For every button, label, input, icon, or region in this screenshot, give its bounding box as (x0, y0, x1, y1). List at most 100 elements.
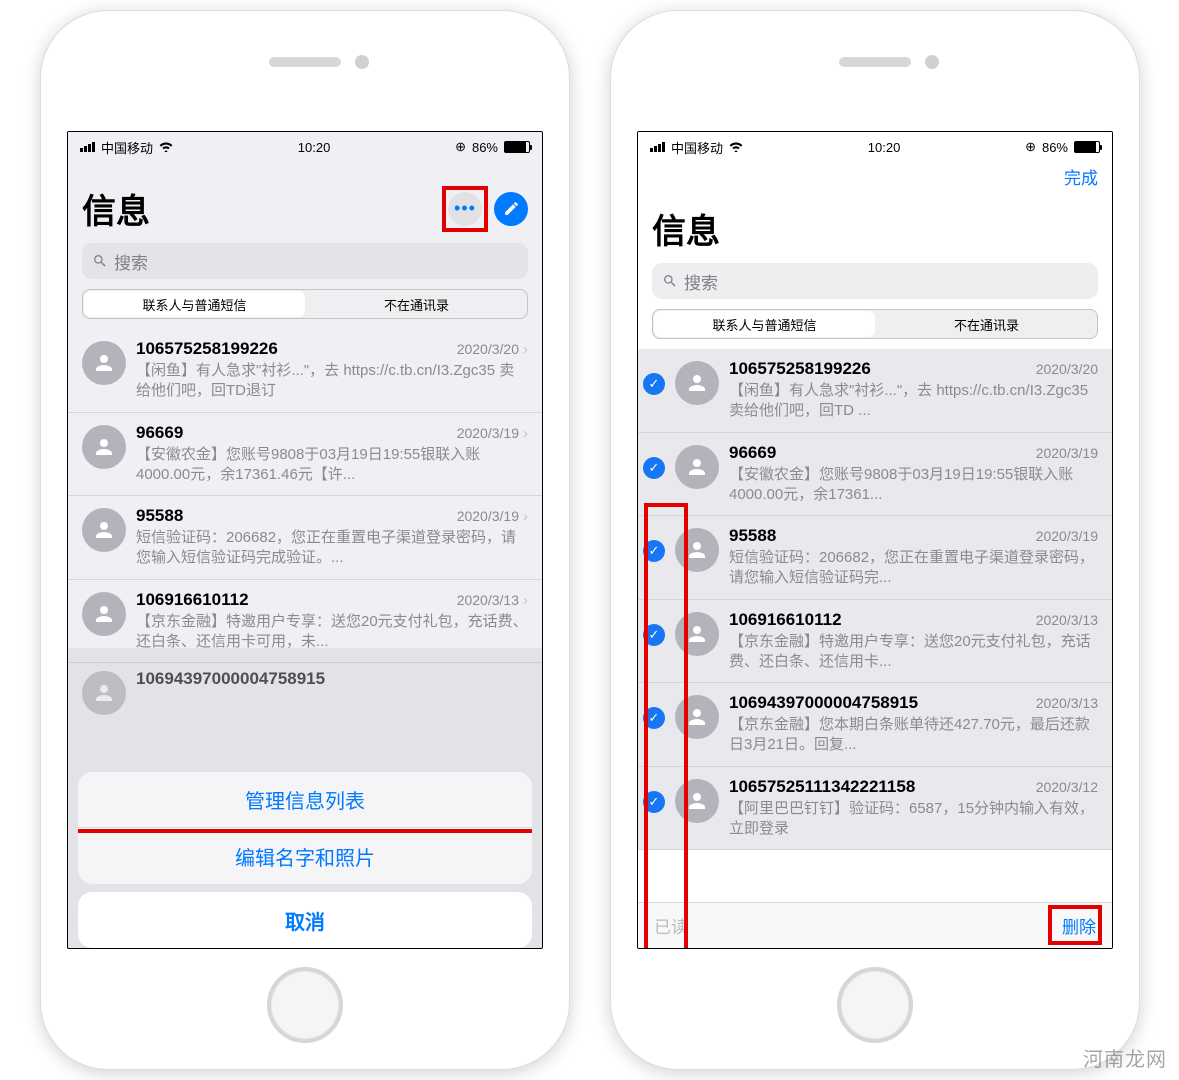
speaker-grille (269, 57, 341, 67)
message-row[interactable]: ✓ 96669 2020/3/19 【安徽农金】您账号9808于03月19日19:5… (638, 433, 1112, 517)
sender: 106575258199226 (729, 359, 871, 379)
sender: 96669 (729, 443, 776, 463)
snippet: 【阿里巴巴钉钉】验证码：6587，15分钟内输入有效，立即登录 (729, 799, 1098, 840)
wifi-icon (159, 140, 173, 155)
message-row[interactable]: ✓ 955882020/3/19短信验证码：206682，您正在重置电子渠道登录… (638, 516, 1112, 600)
mark-read-button[interactable]: 已读 (654, 913, 688, 938)
screen-right: 中国移动 10:20 ⊕ 86% 完成 信息 (637, 131, 1113, 949)
carrier-label: 中国移动 (671, 138, 723, 157)
phone-left: 中国移动 10:20 ⊕ 86% 信息 ••• (40, 10, 570, 1070)
message-list-editing: ✓ 106575258199226 2020/3/20 【闲鱼】有人急求"衬衫...… (638, 349, 1112, 850)
avatar (675, 612, 719, 656)
checkbox-checked[interactable]: ✓ (643, 373, 665, 395)
date: 2020/3/19 (1036, 528, 1098, 544)
sender: 10694397000004758915 (729, 693, 918, 713)
sender: 106575258199226 (136, 339, 278, 359)
page-title: 信息 (652, 204, 720, 253)
filter-segmented[interactable]: 联系人与普通短信 不在通讯录 (652, 309, 1098, 339)
checkbox-checked[interactable]: ✓ (643, 457, 665, 479)
search-icon (92, 253, 108, 269)
snippet: 【安徽农金】您账号9808于03月19日19:55银联入账4000.00元，余1… (729, 465, 1098, 506)
date: 2020/3/20 (1036, 361, 1098, 377)
snippet: 【京东金融】特邀用户专享：送您20元支付礼包，充话费、还白条、还信用卡... (729, 632, 1098, 673)
screen-left: 中国移动 10:20 ⊕ 86% 信息 ••• (67, 131, 543, 949)
sender: 95588 (729, 526, 776, 546)
home-button[interactable] (267, 967, 343, 1043)
sender: 106916610112 (729, 610, 842, 630)
filter-segmented[interactable]: 联系人与普通短信 不在通讯录 (82, 289, 528, 319)
ellipsis-icon: ••• (454, 198, 476, 219)
header: 信息 ••• (68, 182, 542, 243)
signal-icon (650, 142, 665, 152)
battery-icon (1074, 141, 1100, 153)
avatar (675, 361, 719, 405)
date: 2020/3/12 (1036, 779, 1098, 795)
message-row[interactable]: ✓ 106575251113422211582020/3/12【阿里巴巴钉钉】验… (638, 767, 1112, 851)
search-input[interactable]: 搜索 (652, 263, 1098, 299)
action-edit-name-photo[interactable]: 编辑名字和照片 (78, 828, 532, 884)
message-row[interactable]: 95588 2020/3/19› 短信验证码：206682，您正在重置电子渠道登录… (68, 496, 542, 580)
checkbox-checked[interactable]: ✓ (643, 791, 665, 813)
search-icon (662, 273, 678, 289)
battery-pct: 86% (472, 140, 498, 155)
search-input[interactable]: 搜索 (82, 243, 528, 279)
message-row[interactable]: 106575258199226 2020/3/20› 【闲鱼】有人急求"衬衫...… (68, 329, 542, 413)
snippet: 【闲鱼】有人急求"衬衫..."，去 https://c.tb.cn/I3.Zgc… (729, 381, 1098, 422)
snippet: 【闲鱼】有人急求"衬衫..."，去 https://c.tb.cn/I3.Zgc… (136, 361, 528, 402)
sender: 96669 (136, 423, 183, 443)
action-cancel[interactable]: 取消 (78, 892, 532, 948)
snippet: 短信验证码：206682，您正在重置电子渠道登录密码，请您输入短信验证码完成验证… (136, 528, 528, 569)
compose-icon (503, 200, 520, 217)
sender: 106916610112 (136, 590, 249, 610)
action-manage-list[interactable]: 管理信息列表 (78, 772, 532, 828)
search-placeholder: 搜索 (114, 249, 148, 274)
message-row[interactable]: ✓ 106575258199226 2020/3/20 【闲鱼】有人急求"衬衫...… (638, 349, 1112, 433)
snippet: 【京东金融】特邀用户专享：送您20元支付礼包，充话费、还白条、还信用卡可用，未.… (136, 612, 528, 653)
date: 2020/3/19 (1036, 445, 1098, 461)
avatar (82, 425, 126, 469)
page-title: 信息 (82, 184, 150, 233)
date: 2020/3/20› (457, 341, 528, 358)
nav-bar: 完成 (638, 162, 1112, 202)
avatar (82, 592, 126, 636)
snippet: 【京东金融】您本期白条账单待还427.70元，最后还款日3月21日。回复... (729, 715, 1098, 756)
home-button[interactable] (837, 967, 913, 1043)
segment-unknown[interactable]: 不在通讯录 (306, 291, 527, 317)
search-placeholder: 搜索 (684, 269, 718, 294)
delete-button[interactable]: 删除 (1062, 913, 1096, 938)
done-button[interactable]: 完成 (1064, 164, 1098, 189)
watermark: 河南龙网 (1083, 1043, 1167, 1072)
chevron-icon: › (523, 425, 528, 442)
battery-pct: 86% (1042, 140, 1068, 155)
wifi-icon (729, 140, 743, 155)
more-options-button[interactable]: ••• (448, 192, 482, 226)
battery-icon (504, 141, 530, 153)
checkbox-checked[interactable]: ✓ (643, 540, 665, 562)
front-camera (925, 55, 939, 69)
segment-known[interactable]: 联系人与普通短信 (84, 291, 305, 317)
avatar (82, 508, 126, 552)
checkbox-checked[interactable]: ✓ (643, 707, 665, 729)
compose-button[interactable] (494, 192, 528, 226)
carrier-label: 中国移动 (101, 138, 153, 157)
action-sheet: 管理信息列表 编辑名字和照片 取消 (78, 772, 532, 948)
front-camera (355, 55, 369, 69)
clock: 10:20 (298, 140, 331, 155)
status-bar: 中国移动 10:20 ⊕ 86% (638, 132, 1112, 162)
segment-known[interactable]: 联系人与普通短信 (654, 311, 875, 337)
sender: 95588 (136, 506, 183, 526)
checkbox-checked[interactable]: ✓ (643, 624, 665, 646)
speaker-grille (839, 57, 911, 67)
status-bar: 中国移动 10:20 ⊕ 86% (68, 132, 542, 162)
clock: 10:20 (868, 140, 901, 155)
message-row[interactable]: ✓ 106943970000047589152020/3/13【京东金融】您本期… (638, 683, 1112, 767)
chevron-icon: › (523, 592, 528, 609)
avatar (675, 528, 719, 572)
signal-icon (80, 142, 95, 152)
date: 2020/3/13 (1036, 612, 1098, 628)
segment-unknown[interactable]: 不在通讯录 (876, 311, 1097, 337)
message-row[interactable]: ✓ 106916610112 2020/3/13 【京东金融】特邀用户专享：送您20… (638, 600, 1112, 684)
alarm-icon: ⊕ (455, 139, 466, 155)
message-row[interactable]: 966692020/3/19› 【安徽农金】您账号9808于03月19日19:5… (68, 413, 542, 497)
date: 2020/3/19› (457, 508, 528, 525)
